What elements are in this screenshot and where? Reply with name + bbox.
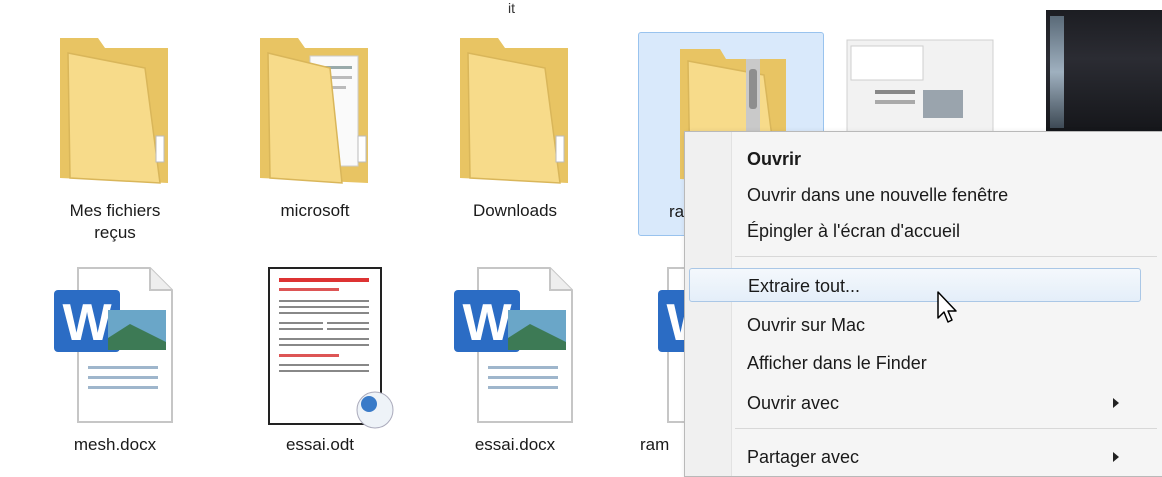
item-essai-docx[interactable]: W essai.docx: [440, 262, 590, 472]
item-label: Mes fichiers reçus: [69, 201, 161, 242]
menu-item-label: Ouvrir avec: [747, 393, 840, 413]
item-essai-odt[interactable]: essai.odt: [240, 262, 400, 472]
clipped-label: it: [508, 0, 515, 16]
odt-document-icon: [268, 267, 394, 429]
svg-text:W: W: [62, 294, 112, 352]
menu-separator: [735, 428, 1157, 429]
item-microsoft[interactable]: microsoft: [240, 18, 390, 238]
image-thumbnail[interactable]: [1046, 10, 1162, 132]
item-document-preview[interactable]: [845, 38, 995, 138]
submenu-arrow-icon: [1113, 452, 1119, 462]
item-mes-fichiers-recus[interactable]: Mes fichiers reçus: [40, 18, 190, 258]
word-document-icon: W: [54, 267, 173, 423]
image-frame: [1050, 16, 1064, 128]
item-label: Downloads: [472, 201, 558, 220]
menu-item-partager-avec[interactable]: Partager avec: [689, 440, 1141, 474]
folder-with-papers-icon: [260, 38, 368, 184]
folder-icon: [60, 38, 168, 184]
menu-item-extraire-tout[interactable]: Extraire tout...: [689, 268, 1141, 302]
menu-item-epingler[interactable]: Épingler à l'écran d'accueil: [689, 214, 1141, 248]
menu-item-ouvrir-nouvelle-fenetre[interactable]: Ouvrir dans une nouvelle fenêtre: [689, 178, 1141, 212]
item-label: essai.docx: [474, 435, 556, 454]
menu-item-ouvrir[interactable]: Ouvrir: [689, 142, 1141, 176]
context-menu: Ouvrir Ouvrir dans une nouvelle fenêtre …: [684, 131, 1162, 477]
menu-item-ouvrir-avec[interactable]: Ouvrir avec: [689, 386, 1141, 420]
folder-icon: [460, 38, 568, 184]
svg-text:W: W: [462, 294, 512, 352]
item-label: essai.odt: [285, 435, 355, 454]
item-mesh-docx[interactable]: W mesh.docx: [40, 262, 190, 472]
submenu-arrow-icon: [1113, 398, 1119, 408]
menu-item-ouvrir-sur-mac[interactable]: Ouvrir sur Mac: [689, 308, 1141, 342]
document-preview-icon: [846, 39, 994, 137]
item-label: mesh.docx: [73, 435, 157, 454]
word-document-icon: W: [454, 267, 573, 423]
item-downloads[interactable]: Downloads: [440, 18, 590, 238]
menu-item-label: Partager avec: [747, 447, 860, 467]
item-label: microsoft: [280, 201, 350, 220]
menu-separator: [735, 256, 1157, 257]
mouse-pointer-icon: [937, 291, 957, 323]
menu-item-afficher-finder[interactable]: Afficher dans le Finder: [689, 346, 1141, 380]
